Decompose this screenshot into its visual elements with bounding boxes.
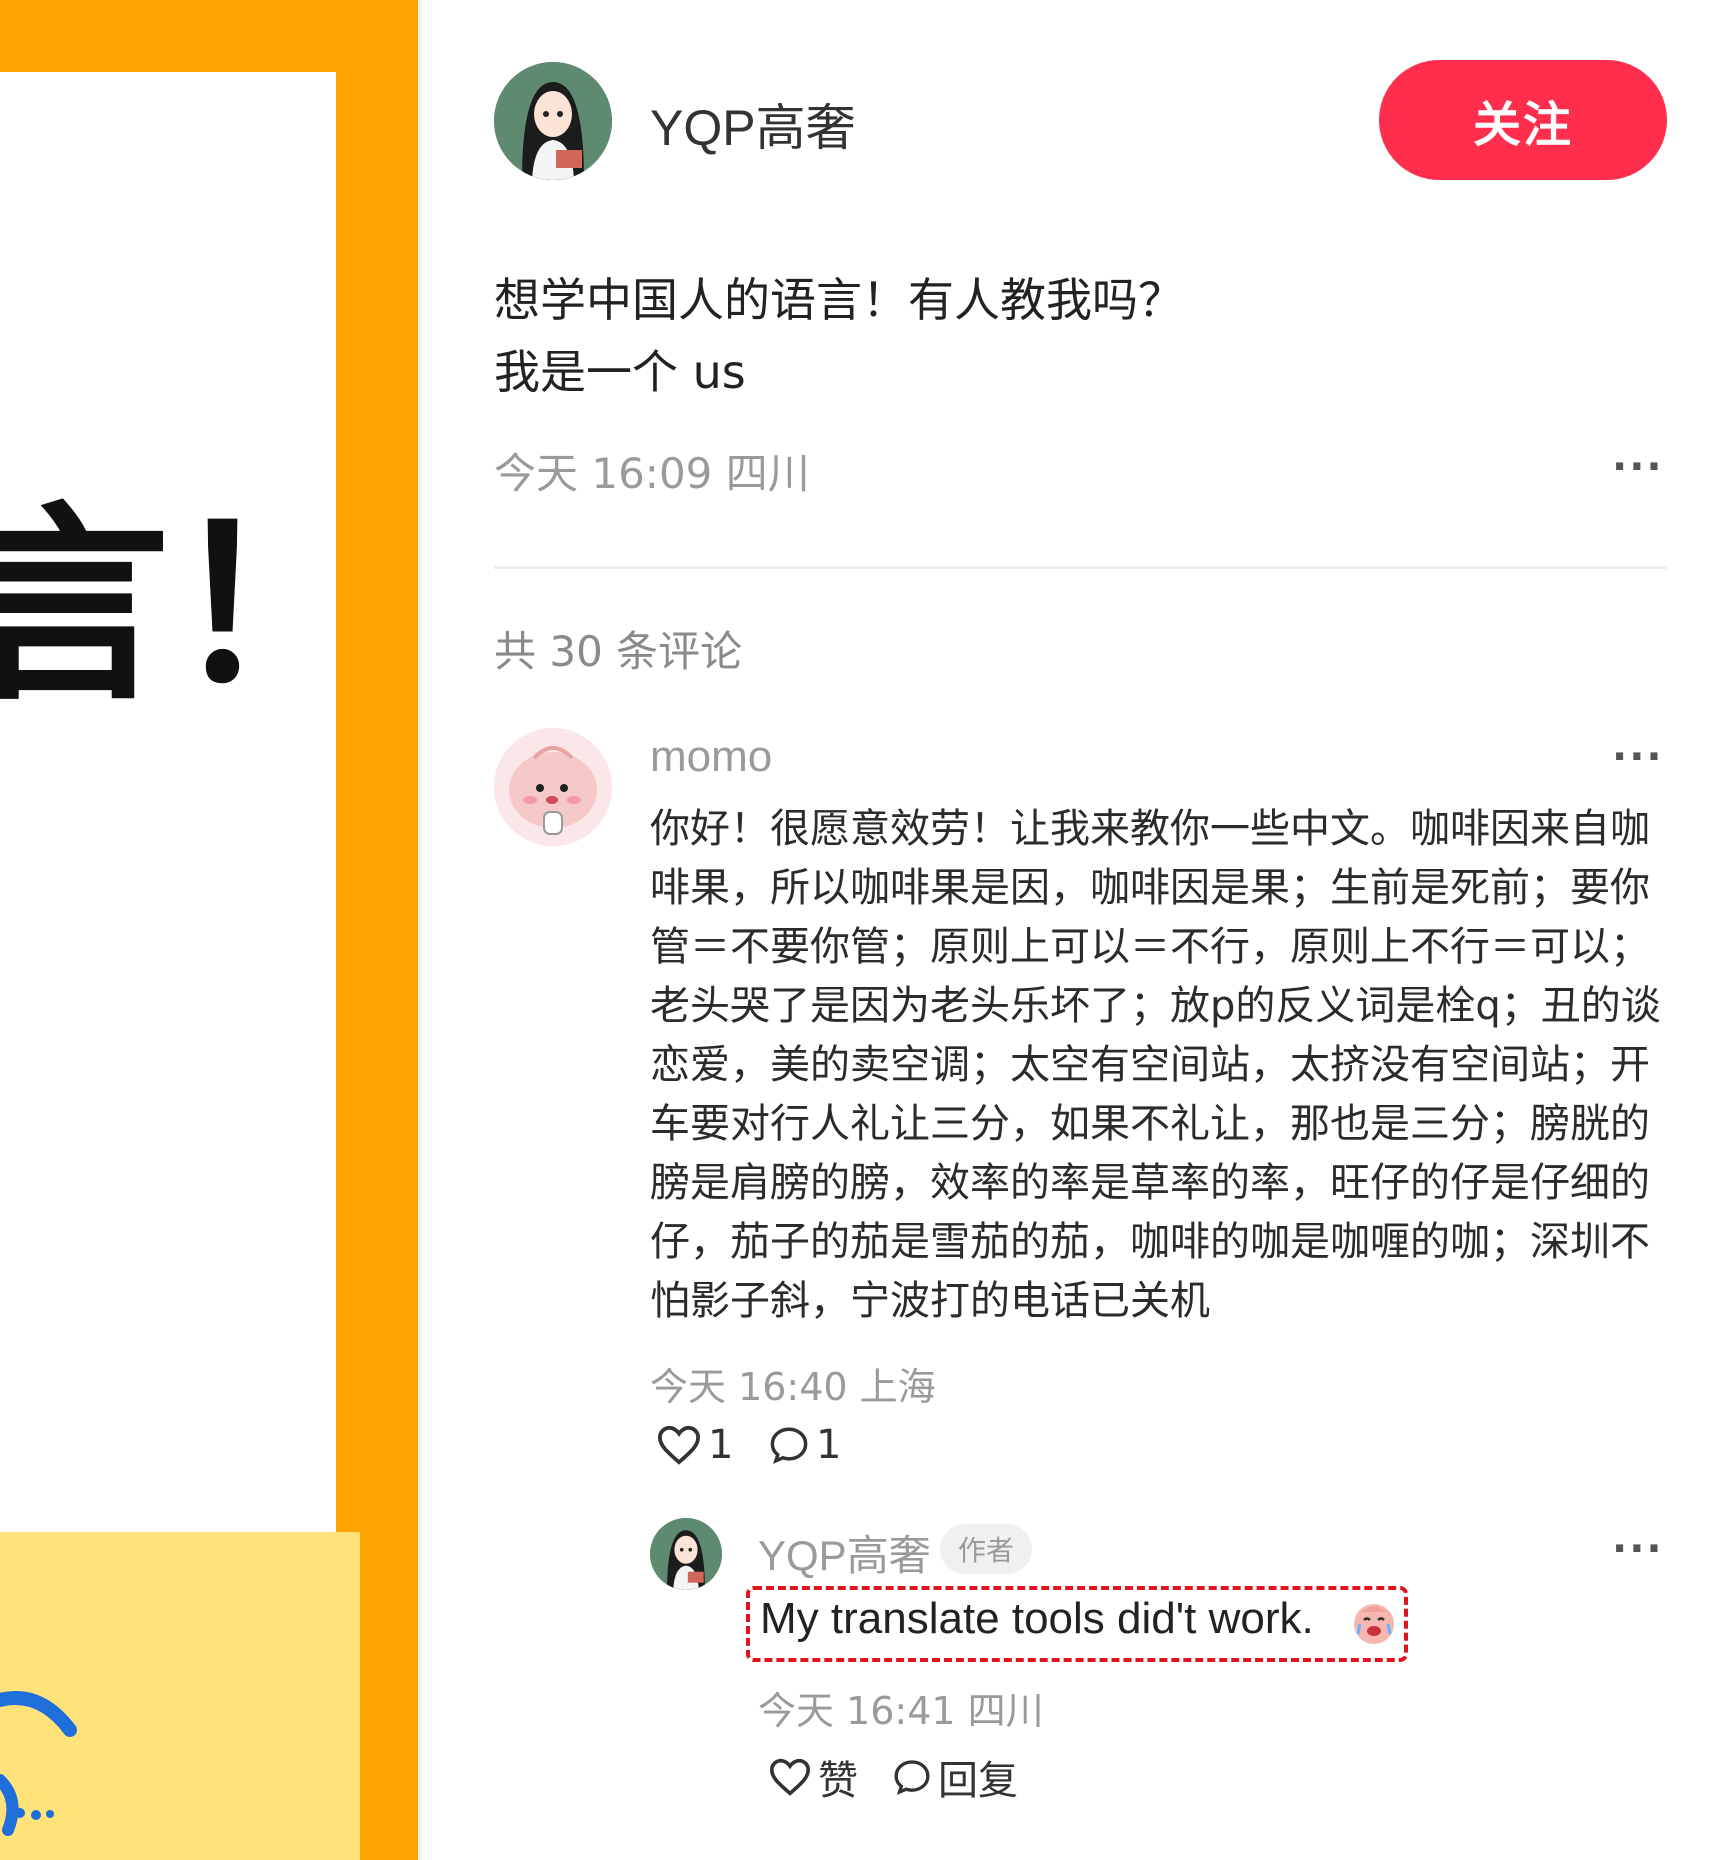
reply-count: 1 [816,1422,842,1468]
post-image-card: 言！ [0,72,380,1532]
post-image-doodle [0,1691,77,1836]
reply-like-button[interactable]: 赞 [768,1748,858,1806]
reply-meta: 今天 16:41 四川 [758,1689,1044,1733]
author-badge: 作者 [940,1524,1032,1574]
reply-username[interactable]: YQP高奢 [758,1522,931,1583]
post-text-line: 我是一个 us [494,345,746,399]
follow-button[interactable]: 关注 [1379,60,1667,180]
reply-reply-button[interactable]: 回复 [892,1748,1018,1806]
heart-icon [657,1425,701,1465]
chat-bubble-icon [770,1427,808,1464]
like-count: 1 [708,1422,734,1468]
comment-username[interactable]: momo [650,732,772,782]
reply-more-icon[interactable]: ··· [1612,1526,1664,1572]
post-more-icon[interactable]: ··· [1612,444,1664,490]
author-avatar[interactable] [494,62,612,180]
comment-reply-button[interactable]: 1 [768,1422,841,1468]
comment-more-icon[interactable]: ··· [1612,734,1664,780]
chat-bubble-icon [894,1760,930,1795]
post-meta: 今天 16:09 四川 [494,449,810,498]
post-image-panel[interactable]: 言！ [0,0,418,1860]
like-label: 赞 [818,1758,858,1804]
post-image-text: 言！ [0,484,381,729]
comment-count: 共 30 条评论 [494,627,743,676]
heart-icon [769,1758,811,1796]
panel-divider [418,0,422,1860]
comment-like-button[interactable]: 1 [656,1422,733,1468]
reply-avatar[interactable] [650,1518,722,1590]
reply-label: 回复 [938,1758,1018,1804]
reply-text: My translate tools did't work. [760,1594,1314,1643]
comment-text: 你好！很愿意效劳！让我来教你一些中文。咖啡因来自咖啡果，所以咖啡果是因，咖啡因是… [650,806,1661,1324]
author-name[interactable]: YQP高奢 [650,88,856,160]
comment-meta: 今天 16:40 上海 [650,1365,936,1409]
section-divider [494,566,1667,569]
post-text-line: 想学中国人的语言！有人教我吗？ [494,273,1184,327]
comment-avatar[interactable] [494,728,612,846]
crying-emoji-icon [1354,1604,1394,1644]
